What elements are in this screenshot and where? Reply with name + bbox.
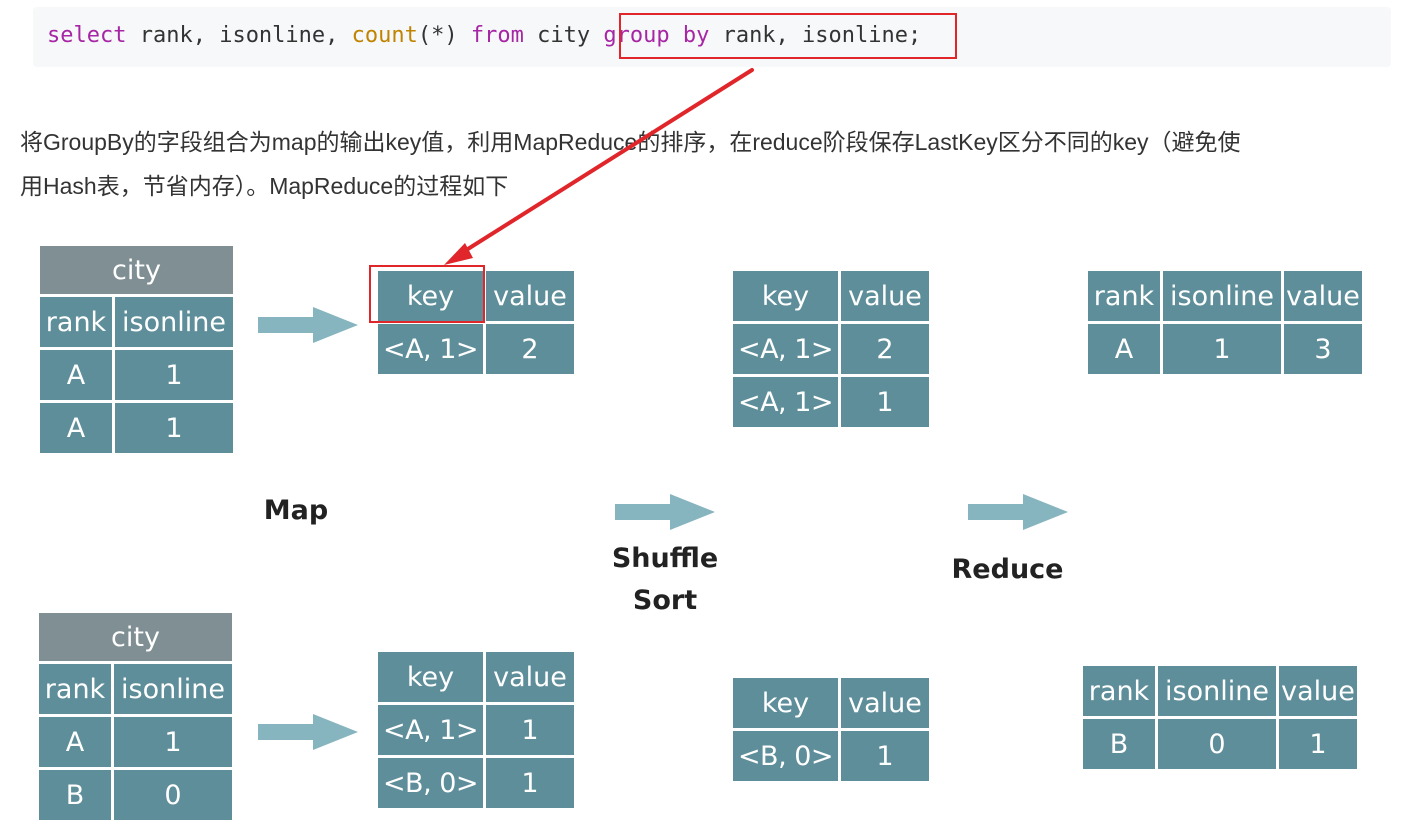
reduce-output-table-bottom: rank isonline value B 0 1 bbox=[1080, 663, 1360, 772]
data-cell: 1 bbox=[1163, 324, 1281, 374]
stage-label-shuffle: Shuffle bbox=[611, 543, 719, 574]
data-cell: <B, 0> bbox=[378, 758, 483, 808]
header-cell: value bbox=[486, 271, 574, 321]
input-table-top: city rank isonline A 1 A 1 bbox=[37, 243, 236, 456]
header-cell: value bbox=[841, 678, 929, 728]
table-title: city bbox=[39, 613, 232, 661]
data-cell: A bbox=[39, 717, 111, 767]
data-cell: <A, 1> bbox=[378, 705, 483, 755]
data-cell: <A, 1> bbox=[733, 324, 838, 374]
data-cell: <A, 1> bbox=[378, 324, 483, 374]
data-cell: B bbox=[1083, 719, 1155, 769]
data-cell: <B, 0> bbox=[733, 731, 838, 781]
header-cell: value bbox=[841, 271, 929, 321]
description-paragraph: 将GroupBy的字段组合为map的输出key值，利用MapReduce的排序，… bbox=[20, 120, 1405, 208]
shuffle-output-table-top: key value <A, 1> 2 <A, 1> 1 bbox=[730, 268, 932, 430]
stage-label-sort: Sort bbox=[632, 585, 698, 616]
data-cell: 1 bbox=[115, 403, 233, 453]
data-cell: <A, 1> bbox=[733, 377, 838, 427]
data-cell: 1 bbox=[841, 731, 929, 781]
header-cell: value bbox=[1284, 271, 1362, 321]
data-cell: 1 bbox=[1279, 719, 1357, 769]
data-cell: A bbox=[40, 350, 112, 400]
data-cell: 1 bbox=[841, 377, 929, 427]
data-cell: 3 bbox=[1284, 324, 1362, 374]
header-cell: isonline bbox=[1158, 666, 1276, 716]
map-output-table-bottom: key value <A, 1> 1 <B, 0> 1 bbox=[375, 649, 577, 811]
header-cell: rank bbox=[1083, 666, 1155, 716]
sql-text: rank, isonline, bbox=[126, 23, 352, 48]
header-cell: isonline bbox=[115, 297, 233, 347]
flow-arrow-icon bbox=[968, 494, 1068, 530]
sql-text: (*) bbox=[417, 23, 471, 48]
flow-arrow-icon bbox=[615, 494, 715, 530]
shuffle-output-table-bottom: key value <B, 0> 1 bbox=[730, 675, 932, 784]
header-cell: key bbox=[378, 652, 483, 702]
data-cell: A bbox=[40, 403, 112, 453]
header-cell: rank bbox=[39, 664, 111, 714]
header-cell: rank bbox=[1088, 271, 1160, 321]
paragraph-line-2: 用Hash表，节省内存）。MapReduce的过程如下 bbox=[20, 173, 509, 199]
header-cell: rank bbox=[40, 297, 112, 347]
sql-text: city bbox=[523, 23, 604, 48]
header-cell: value bbox=[1279, 666, 1357, 716]
paragraph-line-1: 将GroupBy的字段组合为map的输出key值，利用MapReduce的排序，… bbox=[20, 129, 1241, 155]
data-cell: 1 bbox=[486, 705, 574, 755]
sql-function-count: count bbox=[351, 23, 418, 48]
data-cell: 0 bbox=[114, 770, 232, 820]
header-cell: isonline bbox=[1163, 271, 1281, 321]
data-cell: 1 bbox=[115, 350, 233, 400]
sql-keyword-select: select bbox=[47, 23, 127, 48]
input-table-bottom: city rank isonline A 1 B 0 bbox=[36, 610, 235, 823]
data-cell: B bbox=[39, 770, 111, 820]
reduce-output-table-top: rank isonline value A 1 3 bbox=[1085, 268, 1365, 377]
stage-label-map: Map bbox=[263, 495, 329, 526]
data-cell: 1 bbox=[486, 758, 574, 808]
data-cell: A bbox=[1088, 324, 1160, 374]
data-cell: 0 bbox=[1158, 719, 1276, 769]
data-cell: 2 bbox=[841, 324, 929, 374]
data-cell: 2 bbox=[486, 324, 574, 374]
sql-keyword-from: from bbox=[470, 23, 524, 48]
table-title: city bbox=[40, 246, 233, 294]
key-highlight-box bbox=[369, 265, 485, 323]
stage-label-reduce: Reduce bbox=[951, 554, 1064, 585]
flow-arrow-icon bbox=[258, 714, 358, 750]
header-cell: value bbox=[486, 652, 574, 702]
flow-arrow-icon bbox=[258, 307, 358, 343]
group-by-highlight-box bbox=[619, 13, 957, 59]
header-cell: isonline bbox=[114, 664, 232, 714]
header-cell: key bbox=[733, 271, 838, 321]
data-cell: 1 bbox=[114, 717, 232, 767]
header-cell: key bbox=[733, 678, 838, 728]
